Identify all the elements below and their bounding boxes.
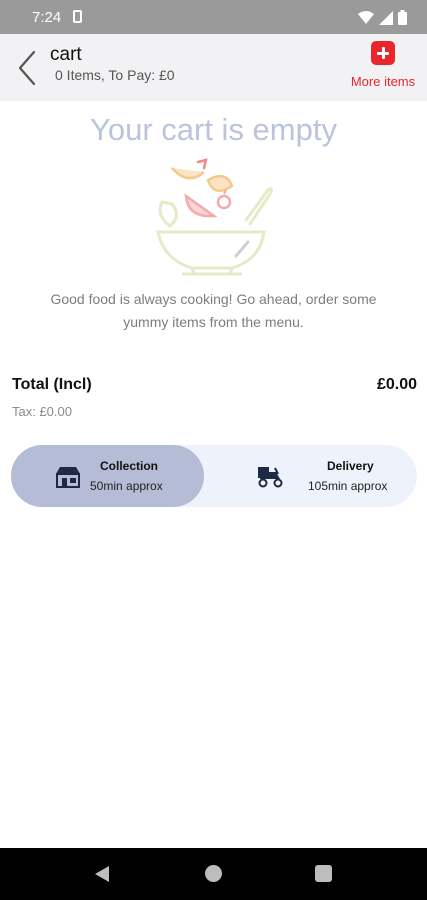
delivery-time: 105min approx bbox=[308, 479, 388, 493]
status-icons bbox=[358, 10, 407, 25]
status-bar: 7:24 bbox=[0, 0, 427, 34]
cart-summary: 0 Items, To Pay: £0 bbox=[55, 67, 175, 83]
battery-icon bbox=[398, 10, 407, 25]
collection-title: Collection bbox=[100, 459, 159, 473]
cart-screen: 7:24 cart 0 Items, To Pay: £0 More items… bbox=[0, 0, 427, 900]
signal-icon bbox=[379, 10, 393, 25]
app-bar: cart 0 Items, To Pay: £0 More items bbox=[0, 34, 427, 101]
collection-store-icon bbox=[56, 467, 80, 488]
nav-back-icon[interactable] bbox=[94, 865, 110, 883]
delivery-scooter-icon bbox=[258, 467, 283, 488]
wifi-icon bbox=[358, 10, 374, 24]
more-items-button[interactable]: More items bbox=[349, 40, 417, 92]
status-time: 7:24 bbox=[32, 9, 62, 26]
order-type-toggle: Collection 50min approx Delivery 105min … bbox=[11, 445, 417, 507]
back-arrow-icon bbox=[18, 50, 36, 86]
page-title: cart bbox=[50, 44, 82, 65]
nav-home-icon[interactable] bbox=[205, 865, 222, 882]
back-button[interactable] bbox=[12, 42, 42, 92]
collection-time: 50min approx bbox=[90, 479, 163, 493]
salad-bowl-illustration bbox=[156, 158, 274, 276]
nav-recents-icon[interactable] bbox=[315, 865, 332, 882]
empty-cart-title: Your cart is empty bbox=[90, 112, 337, 147]
total-value: £0.00 bbox=[376, 376, 417, 393]
tax-label: Tax: £0.00 bbox=[12, 404, 72, 419]
collection-option[interactable]: Collection 50min approx bbox=[11, 445, 204, 507]
empty-cart-message: Good food is always cooking! Go ahead, o… bbox=[50, 291, 377, 330]
total-label: Total (Incl) bbox=[12, 376, 92, 393]
more-items-label: More items bbox=[350, 74, 416, 89]
sim-card-icon bbox=[73, 10, 82, 23]
system-nav-bar bbox=[0, 848, 427, 900]
delivery-title: Delivery bbox=[327, 459, 374, 473]
delivery-option[interactable]: Delivery 105min approx bbox=[204, 445, 417, 507]
add-icon bbox=[371, 41, 395, 65]
